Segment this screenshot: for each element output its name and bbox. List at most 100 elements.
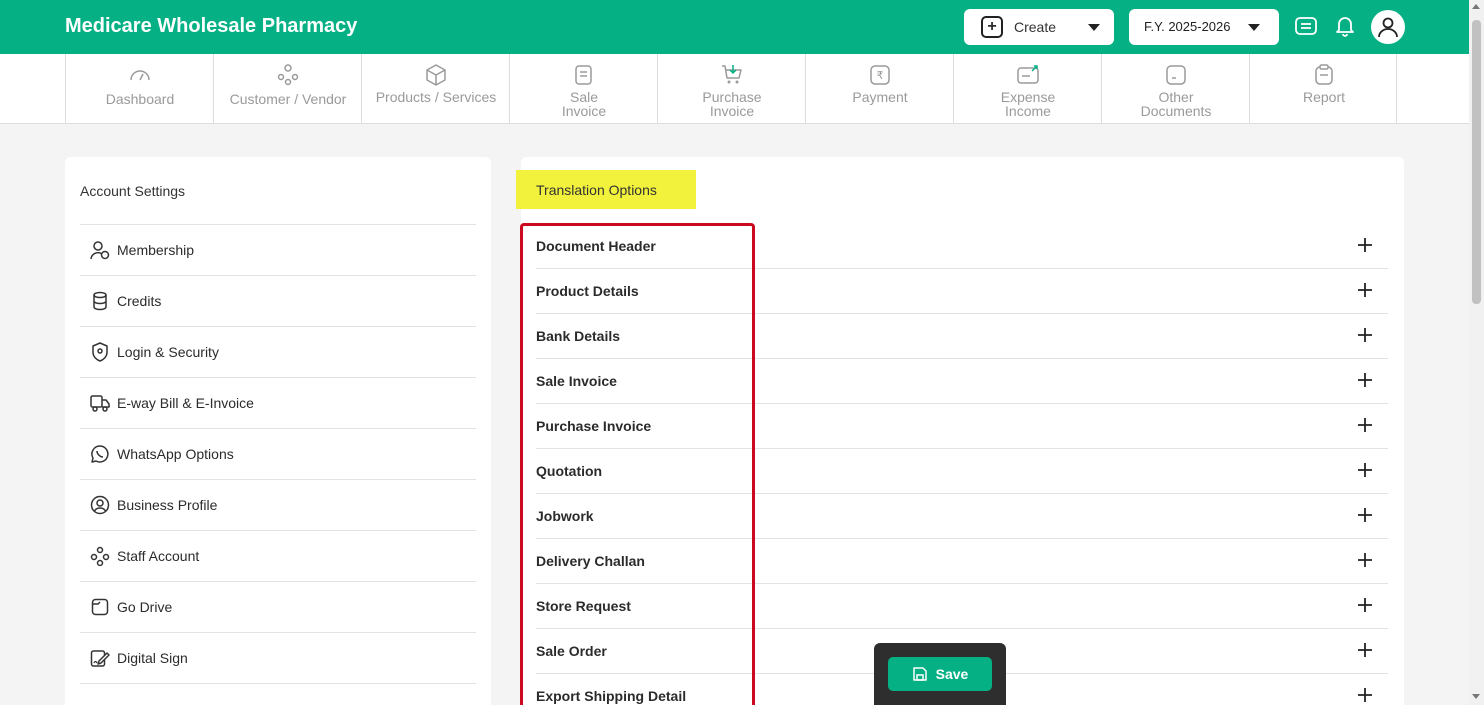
shield-icon [89, 341, 111, 363]
settings-item-eway-bill[interactable]: E-way Bill & E-Invoice [80, 377, 476, 428]
nav-label: Sale [569, 89, 599, 105]
plus-icon[interactable] [1356, 641, 1374, 659]
accordion-product-details[interactable]: Product Details [536, 269, 1388, 314]
nav-payment[interactable]: ₹ Payment [805, 54, 953, 124]
truck-icon [89, 392, 111, 414]
clipboard-icon [1315, 64, 1333, 85]
plus-icon[interactable] [1356, 281, 1374, 299]
nav-label: Report [1302, 89, 1346, 105]
settings-item-label: Staff Account [117, 548, 200, 564]
financial-year-select[interactable]: F.Y. 2025-2026 [1129, 9, 1279, 45]
accordion-document-header[interactable]: Document Header [536, 224, 1388, 269]
plus-icon[interactable] [1356, 326, 1374, 344]
plus-icon[interactable] [1356, 596, 1374, 614]
nav-purchase-invoice[interactable]: Purchase Invoice [657, 54, 805, 124]
settings-item-label: Digital Sign [117, 650, 188, 666]
settings-menu: Membership Credits Login & Security E-wa… [80, 224, 476, 705]
plus-icon[interactable] [1356, 371, 1374, 389]
accordion-label: Store Request [536, 598, 631, 614]
accordion-jobwork[interactable]: Jobwork [536, 494, 1388, 539]
main-nav: Dashboard Customer / Vendor Products / S… [0, 54, 1469, 124]
settings-item-whatsapp[interactable]: WhatsApp Options [80, 428, 476, 479]
nav-products-services[interactable]: Products / Services [361, 54, 509, 124]
nav-expense-income[interactable]: Expense Income [953, 54, 1101, 124]
app-title: Medicare Wholesale Pharmacy [65, 15, 358, 37]
accordion-store-request[interactable]: Store Request [536, 584, 1388, 629]
nav-dashboard[interactable]: Dashboard [65, 54, 213, 124]
cart-icon [722, 65, 742, 84]
translation-options-title: Translation Options [516, 170, 696, 209]
accordion-label: Sale Order [536, 643, 607, 659]
accordion-sale-invoice[interactable]: Sale Invoice [536, 359, 1388, 404]
keyboard-icon[interactable] [1293, 13, 1319, 39]
settings-item-digital-sign[interactable]: Digital Sign [80, 632, 476, 683]
create-button[interactable]: + Create [964, 9, 1114, 45]
nav-label-2: Invoice [709, 103, 755, 119]
accordion-label: Delivery Challan [536, 553, 645, 569]
accordion-delivery-challan[interactable]: Delivery Challan [536, 539, 1388, 584]
coins-icon [89, 290, 111, 312]
accordion-purchase-invoice[interactable]: Purchase Invoice [536, 404, 1388, 449]
settings-item-business-profile[interactable]: Business Profile [80, 479, 476, 530]
settings-item-label: Go Drive [117, 599, 173, 615]
nav-label-2: Income [1005, 103, 1051, 119]
settings-item-label: WhatsApp Options [117, 446, 234, 462]
nav-sale-invoice[interactable]: Sale Invoice [509, 54, 657, 124]
gauge-icon [130, 70, 150, 81]
settings-item-label: E-way Bill & E-Invoice [117, 395, 254, 411]
document-icon [1166, 65, 1186, 85]
accordion-label: Bank Details [536, 328, 621, 344]
nav-report[interactable]: Report [1249, 54, 1397, 124]
settings-item-label: Credits [117, 293, 162, 309]
users-icon [277, 64, 299, 86]
settings-item-go-drive[interactable]: Go Drive [80, 581, 476, 632]
nav-other-documents[interactable]: Other Documents [1101, 54, 1249, 124]
create-label: Create [1014, 19, 1057, 35]
scroll-up-arrow-icon[interactable] [1472, 4, 1480, 9]
settings-item-more[interactable] [80, 683, 476, 705]
chevron-down-icon [1088, 24, 1100, 31]
plus-icon[interactable] [1356, 236, 1374, 254]
nav-label: Payment [852, 89, 908, 105]
svg-text:₹: ₹ [877, 69, 884, 82]
translation-accordion: Document Header Product Details Bank Det… [536, 224, 1388, 705]
accordion-label: Quotation [536, 463, 603, 479]
financial-year-label: F.Y. 2025-2026 [1144, 19, 1231, 34]
settings-item-label: Login & Security [117, 344, 219, 360]
settings-item-credits[interactable]: Credits [80, 275, 476, 326]
nav-label: Customer / Vendor [229, 91, 347, 107]
drive-icon [89, 596, 111, 618]
nav-label-2: Invoice [561, 103, 607, 119]
plus-icon[interactable] [1356, 506, 1374, 524]
nav-label: Other [1158, 89, 1194, 105]
rupee-icon: ₹ [870, 65, 890, 85]
plus-icon[interactable] [1356, 416, 1374, 434]
settings-item-label: Business Profile [117, 497, 218, 513]
avatar[interactable] [1371, 10, 1405, 44]
account-settings-panel: Account Settings Membership Credits Logi… [65, 157, 491, 705]
settings-item-label: Membership [117, 242, 195, 258]
accordion-label: Product Details [536, 283, 639, 299]
bell-icon[interactable] [1332, 13, 1358, 39]
scroll-down-arrow-icon[interactable] [1472, 694, 1480, 699]
settings-item-membership[interactable]: Membership [80, 224, 476, 275]
nav-label: Expense [1000, 89, 1056, 105]
nav-customer-vendor[interactable]: Customer / Vendor [213, 54, 361, 124]
scrollbar-thumb[interactable] [1472, 20, 1481, 304]
nav-label-2: Documents [1140, 103, 1212, 119]
accordion-label: Document Header [536, 238, 656, 254]
staff-icon [89, 545, 111, 567]
plus-icon[interactable] [1356, 686, 1374, 704]
accordion-quotation[interactable]: Quotation [536, 449, 1388, 494]
save-bar: Save [874, 643, 1006, 705]
nav-label: Products / Services [375, 89, 497, 105]
accordion-label: Sale Invoice [536, 373, 617, 389]
plus-icon[interactable] [1356, 461, 1374, 479]
accordion-label: Purchase Invoice [536, 418, 652, 434]
accordion-bank-details[interactable]: Bank Details [536, 314, 1388, 359]
account-settings-title: Account Settings [80, 183, 186, 199]
settings-item-login-security[interactable]: Login & Security [80, 326, 476, 377]
settings-item-staff-account[interactable]: Staff Account [80, 530, 476, 581]
save-button[interactable]: Save [888, 657, 992, 691]
plus-icon[interactable] [1356, 551, 1374, 569]
